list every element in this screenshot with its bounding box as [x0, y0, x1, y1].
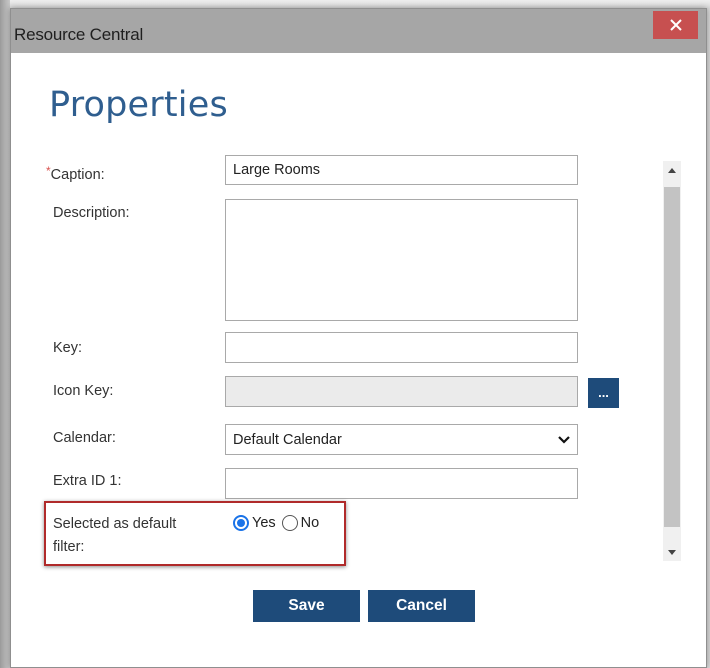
default-filter-label-line1: Selected as default [53, 516, 177, 532]
description-label: Description: [53, 205, 130, 221]
background-top-shadow [0, 0, 710, 8]
close-button[interactable] [653, 11, 698, 39]
scroll-down-arrow[interactable] [663, 543, 681, 561]
description-textarea[interactable] [225, 199, 578, 321]
arrow-down-icon [668, 549, 676, 555]
calendar-select[interactable]: Default Calendar [225, 424, 578, 455]
icon-key-input [225, 376, 578, 407]
default-filter-label-line2: filter: [53, 539, 85, 555]
key-input[interactable] [225, 332, 578, 363]
required-marker: * [46, 164, 51, 178]
dialog-title: Resource Central [14, 25, 144, 44]
calendar-label: Calendar: [53, 430, 116, 446]
cancel-button[interactable]: Cancel [368, 590, 475, 622]
radio-no[interactable] [281, 515, 298, 531]
scroll-thumb[interactable] [664, 187, 680, 527]
properties-dialog: Resource Central Properties *Caption: La… [10, 8, 707, 668]
chevron-down-icon [558, 435, 570, 444]
extra-id-1-input[interactable] [225, 468, 578, 499]
arrow-up-icon [668, 167, 676, 173]
extra-id-1-label: Extra ID 1: [53, 473, 122, 489]
page-title: Properties [49, 85, 228, 125]
dialog-titlebar: Resource Central [11, 9, 706, 53]
scroll-up-arrow[interactable] [663, 161, 681, 179]
key-label: Key: [53, 340, 83, 356]
default-filter-highlight [44, 501, 346, 566]
icon-key-browse-button[interactable]: ... [588, 378, 619, 408]
save-button[interactable]: Save [253, 590, 360, 622]
caption-label: *Caption: [46, 164, 105, 183]
radio-dot [237, 519, 245, 527]
close-icon [669, 19, 682, 31]
caption-label-text: Caption: [50, 167, 105, 183]
default-filter-radio-group: Yes No [233, 515, 325, 531]
radio-yes[interactable] [233, 515, 249, 531]
background-left-strip [0, 0, 10, 668]
icon-key-label: Icon Key: [53, 383, 114, 399]
caption-input[interactable]: Large Rooms [225, 155, 578, 185]
radio-yes-label[interactable]: Yes [252, 515, 276, 531]
calendar-selected-value: Default Calendar [233, 431, 342, 448]
form-scrollbar[interactable] [663, 161, 681, 561]
radio-no-label[interactable]: No [301, 515, 320, 531]
